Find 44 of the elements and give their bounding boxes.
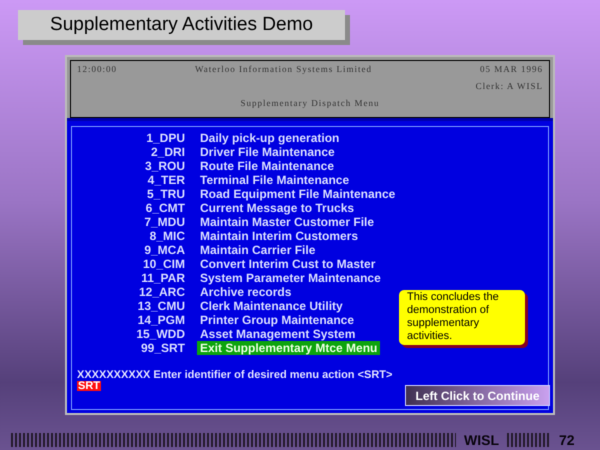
clock-time: 12:00:00 (77, 64, 118, 76)
menu-item[interactable]: Maintain Interim Customers (197, 229, 362, 243)
menu-code: 12_ARC (138, 285, 186, 299)
menu-item[interactable]: Printer Group Maintenance (197, 313, 358, 327)
command-input[interactable]: SRT (77, 381, 101, 391)
continue-button[interactable]: Left Click to Continue (405, 385, 550, 406)
menu-code: 8_MIC (148, 229, 186, 243)
brand-label: WISL (464, 432, 499, 448)
menu-code: 5_TRU (146, 187, 186, 201)
menu-item[interactable]: System Parameter Maintenance (197, 271, 384, 285)
clerk-label: Clerk: A WISL (476, 81, 543, 93)
menu-item[interactable]: Route File Maintenance (197, 159, 338, 173)
menu-code: 14_PGM (136, 313, 186, 327)
menu-code: 15_WDD (135, 327, 186, 341)
page-number: 72 (559, 432, 575, 448)
menu-item[interactable]: Convert Interim Cust to Master (197, 257, 378, 271)
menu-item[interactable]: Clerk Maintenance Utility (197, 299, 346, 313)
menu-item[interactable]: Maintain Master Customer File (197, 215, 378, 229)
menu-code: 6_CMT (144, 201, 186, 215)
menu-code: 11_PAR (140, 271, 186, 285)
callout-note: This concludes the demonstration of supplementary activities. (399, 290, 525, 345)
company-name: Waterloo Information Systems Limited (195, 64, 372, 76)
menu-code: 1_DPU (145, 131, 186, 145)
menu-item[interactable]: Driver File Maintenance (197, 145, 338, 159)
menu-item[interactable]: Road Equipment File Maintenance (197, 187, 398, 201)
menu-code: 7_MDU (143, 215, 186, 229)
menu-code: 9_MCA (143, 243, 186, 257)
menu-title: Supplementary Dispatch Menu (240, 98, 380, 110)
menu-item[interactable]: Current Message to Trucks (197, 201, 358, 215)
menu-code: 3_ROU (144, 159, 186, 173)
bar-strip (507, 433, 551, 447)
slide-title: Supplementary Activities Demo (18, 10, 345, 40)
menu-item[interactable]: Archive records (197, 285, 294, 299)
menu-code: 10_CIM (142, 257, 186, 271)
prompt-text: XXXXXXXXXX Enter identifier of desired menu action <SRT> (77, 369, 394, 381)
menu-code: 99_SRT (140, 341, 186, 355)
menu-item[interactable]: Maintain Carrier File (197, 243, 318, 257)
menu-code: 4_TER (146, 173, 186, 187)
date-text: 05 MAR 1996 (480, 64, 543, 76)
menu-code: 2_DRI (150, 145, 186, 159)
menu-item[interactable]: Asset Management System (197, 327, 358, 341)
menu-item[interactable]: Terminal File Maintenance (197, 173, 352, 187)
menu-item[interactable]: Daily pick-up generation (197, 131, 342, 145)
menu-code: 13_CMU (136, 299, 186, 313)
